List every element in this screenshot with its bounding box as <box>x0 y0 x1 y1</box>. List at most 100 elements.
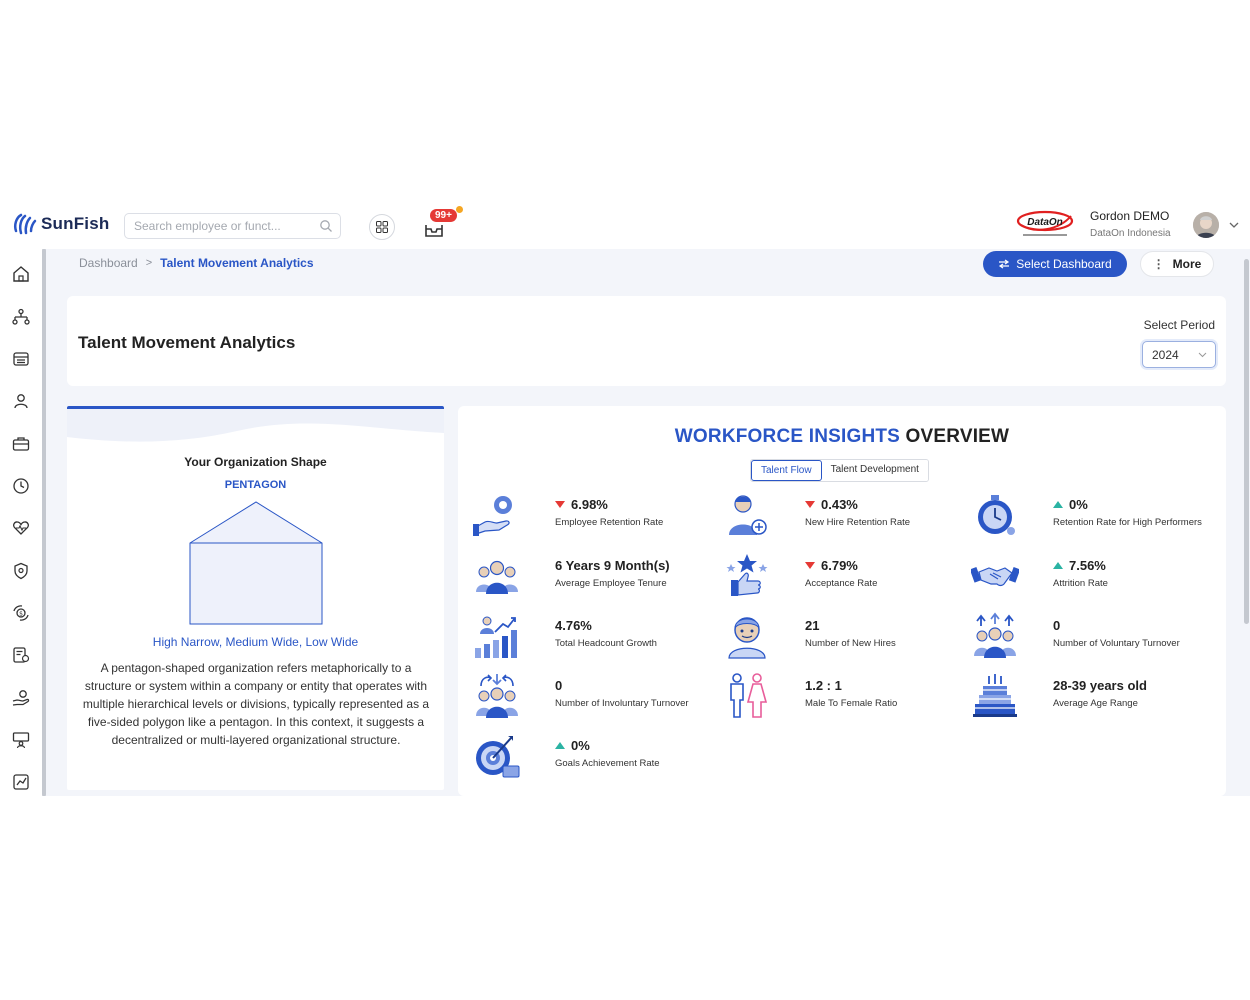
new-hire-icon <box>729 495 767 535</box>
search-input[interactable] <box>125 214 305 238</box>
metric-label: Attrition Rate <box>1053 578 1108 589</box>
metric-value: 0% <box>555 738 590 753</box>
metric-value: 7.56% <box>1053 558 1106 573</box>
metric-value: 1.2 : 1 <box>805 678 842 693</box>
metric-label: Average Age Range <box>1053 698 1138 709</box>
money-cycle-icon: $ <box>13 605 29 621</box>
sidebar-item-reports[interactable] <box>11 772 31 792</box>
trend-down-icon <box>805 501 815 508</box>
sunfish-logo[interactable]: SunFish <box>12 211 109 237</box>
sidebar-item-security[interactable] <box>11 561 31 581</box>
page-scrollbar-thumb[interactable] <box>1244 259 1249 624</box>
metric-label: Male To Female Ratio <box>805 698 898 709</box>
breadcrumb-separator: > <box>145 257 153 269</box>
stopwatch-icon <box>978 495 1015 535</box>
sidebar-item-training[interactable] <box>11 730 31 750</box>
clock-icon <box>13 478 29 494</box>
org-structure-icon <box>12 308 30 325</box>
metric-label: Total Headcount Growth <box>555 638 657 649</box>
sidebar-item-wellness[interactable] <box>11 518 31 538</box>
metric-label: Goals Achievement Rate <box>555 758 660 769</box>
sidebar-item-payroll[interactable]: $ <box>11 603 31 623</box>
cake-icon <box>973 674 1017 717</box>
period-select[interactable]: 2024 <box>1142 341 1216 368</box>
metric-label: Average Employee Tenure <box>555 578 667 589</box>
metric-goals-achievement-rate: 0% Goals Achievement Rate <box>473 732 713 782</box>
metric-value: 6 Years 9 Month(s) <box>555 558 670 573</box>
notification-badge: 99+ <box>430 209 457 222</box>
avatar[interactable] <box>1193 212 1219 238</box>
metric-total-headcount-growth: 4.76% Total Headcount Growth <box>473 612 713 662</box>
more-button[interactable]: ⋮ More <box>1140 251 1214 277</box>
period-label: Select Period <box>1143 318 1215 332</box>
metric-average-employee-tenure: 6 Years 9 Month(s) Average Employee Tenu… <box>473 552 713 602</box>
search-icon[interactable] <box>319 219 333 233</box>
sidebar-item-work[interactable] <box>11 434 31 454</box>
apps-menu-button[interactable] <box>369 214 395 240</box>
trend-down-icon <box>555 501 565 508</box>
gender-icon <box>730 673 768 718</box>
metric-number-new-hires: 21 Number of New Hires <box>723 612 963 662</box>
dataon-logo: DataOn <box>1016 210 1074 236</box>
breadcrumb: Dashboard > Talent Movement Analytics <box>79 256 314 270</box>
trend-up-icon <box>555 742 565 749</box>
pentagon-shape <box>189 501 323 625</box>
svg-text:DataOn: DataOn <box>1027 217 1063 228</box>
trend-up-icon <box>1053 562 1063 569</box>
metric-value: 0 <box>1053 618 1061 633</box>
sidebar-item-organization[interactable] <box>11 307 31 327</box>
sidebar-scrollbar[interactable] <box>42 249 46 796</box>
trend-up-icon <box>1053 501 1063 508</box>
metric-value: 0 <box>555 678 563 693</box>
person-icon <box>14 394 28 409</box>
tab-talent-development[interactable]: Talent Development <box>821 460 928 481</box>
period-value: 2024 <box>1152 347 1179 362</box>
metric-value: 0% <box>1053 497 1088 512</box>
avatar-photo-icon <box>1193 212 1219 238</box>
search-box <box>124 213 341 239</box>
metric-label: Number of Involuntary Turnover <box>555 698 689 709</box>
report-icon <box>13 774 29 790</box>
org-shape-title: Your Organization Shape <box>184 455 327 469</box>
metric-average-age-range: 28-39 years old Average Age Range <box>971 672 1211 722</box>
overview-title-dark: OVERVIEW <box>905 426 1010 447</box>
metric-label: Number of New Hires <box>805 638 896 649</box>
hand-money-icon <box>12 690 30 706</box>
overview-title-blue: WORKFORCE INSIGHTS <box>674 426 901 447</box>
sidebar-item-claims[interactable] <box>11 645 31 665</box>
sunfish-logo-icon <box>13 213 37 235</box>
more-dots-icon: ⋮ <box>1152 257 1165 271</box>
growth-chart-icon <box>475 616 517 658</box>
sidebar-item-store[interactable] <box>11 349 31 369</box>
sidebar-item-benefits[interactable] <box>11 688 31 708</box>
tab-talent-flow[interactable]: Talent Flow <box>751 460 822 481</box>
team-icon <box>476 560 518 594</box>
voluntary-turnover-icon <box>974 612 1016 658</box>
chevron-down-icon[interactable] <box>1229 222 1239 228</box>
breadcrumb-dashboard[interactable]: Dashboard <box>79 256 138 270</box>
top-bar: SunFish 99+ DataOn <box>0 197 1250 249</box>
sidebar-item-person[interactable] <box>11 391 31 411</box>
user-info[interactable]: Gordon DEMO DataOn Indonesia <box>1090 209 1171 239</box>
metric-label: Number of Voluntary Turnover <box>1053 638 1180 649</box>
swap-icon <box>999 259 1010 269</box>
breadcrumb-current: Talent Movement Analytics <box>160 256 314 270</box>
title-card: Talent Movement Analytics Select Period … <box>67 296 1226 386</box>
user-name: Gordon DEMO <box>1090 209 1170 223</box>
sidebar-item-home[interactable] <box>11 264 31 284</box>
metric-voluntary-turnover: 0 Number of Voluntary Turnover <box>971 612 1211 662</box>
involuntary-turnover-icon <box>476 674 518 718</box>
metric-value: 21 <box>805 618 820 633</box>
trend-down-icon <box>805 562 815 569</box>
shield-icon <box>14 562 28 580</box>
overview-title: WORKFORCE INSIGHTS OVERVIEW <box>458 426 1226 448</box>
target-icon <box>476 736 520 778</box>
metric-value: 28-39 years old <box>1053 678 1147 693</box>
metric-value: 0.43% <box>805 497 858 512</box>
sidebar-item-time[interactable] <box>11 476 31 496</box>
sidebar-scrollbar-thumb[interactable] <box>42 249 46 796</box>
organization-shape-card: Your Organization Shape PENTAGON High Na… <box>67 406 444 790</box>
select-dashboard-button[interactable]: Select Dashboard <box>983 251 1127 277</box>
briefcase-icon <box>12 437 30 451</box>
app-window: SunFish 99+ DataOn <box>0 197 1250 796</box>
